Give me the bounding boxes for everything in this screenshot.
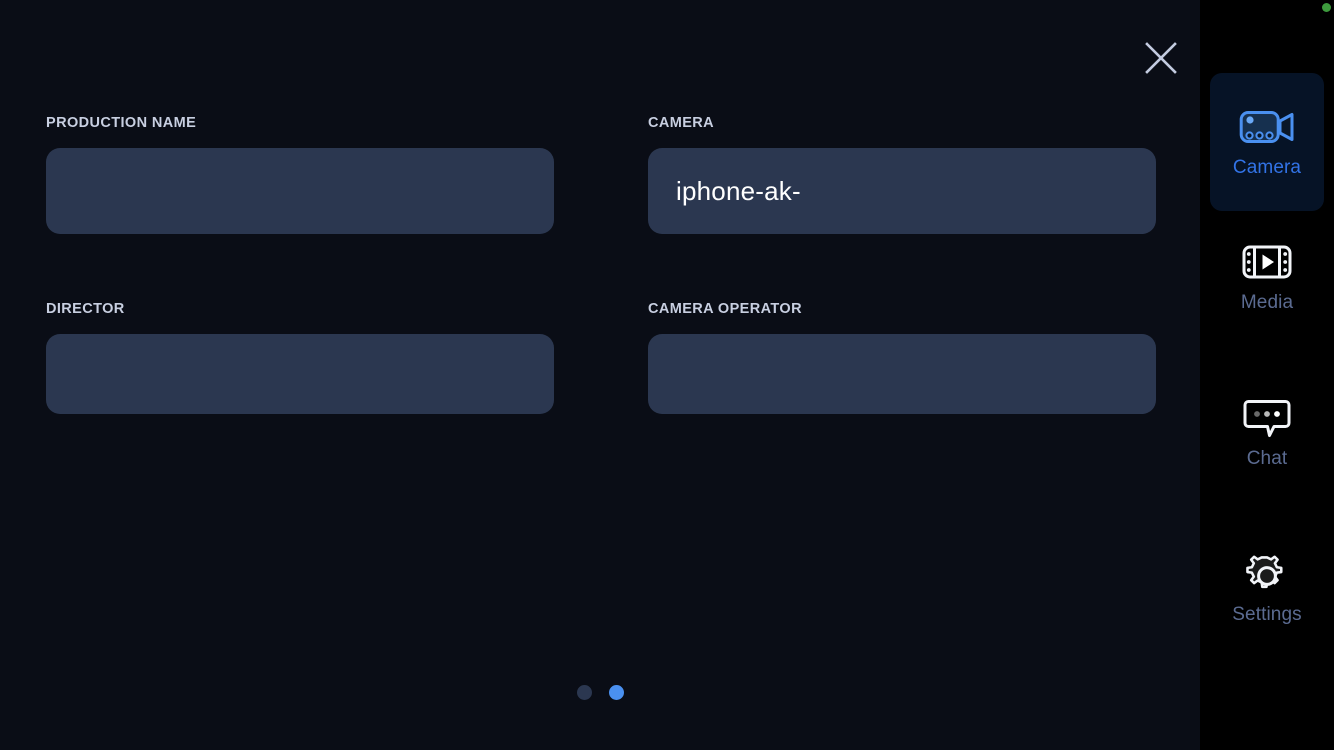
label-production-name: PRODUCTION NAME: [46, 115, 197, 131]
app-window: PRODUCTION NAME CAMERA DIRECTOR CAMERA O…: [0, 0, 1334, 750]
settings-panel: PRODUCTION NAME CAMERA DIRECTOR CAMERA O…: [0, 0, 1200, 750]
gear-icon: [1245, 553, 1289, 595]
input-camera-operator[interactable]: [648, 334, 1156, 414]
sidebar-item-label-chat: Chat: [1246, 447, 1288, 469]
pagination-dot-1[interactable]: [576, 685, 592, 700]
sidebar-item-media[interactable]: Media: [1210, 229, 1324, 325]
sidebar: Camera Media Chat Settings: [1200, 0, 1334, 750]
pagination: [0, 685, 1200, 700]
field-camera-operator: CAMERA OPERATOR: [648, 300, 1156, 414]
sidebar-item-label-settings: Settings: [1232, 603, 1302, 625]
input-director[interactable]: [46, 334, 554, 414]
input-production-name[interactable]: [46, 148, 554, 234]
status-dot-icon: [1322, 3, 1331, 12]
label-camera-operator: CAMERA OPERATOR: [648, 301, 802, 317]
close-icon: [1145, 42, 1177, 74]
input-camera[interactable]: [648, 148, 1156, 234]
sidebar-item-chat[interactable]: Chat: [1210, 385, 1324, 481]
video-camera-icon: [1239, 106, 1295, 148]
field-director: DIRECTOR: [46, 300, 554, 414]
close-button[interactable]: [1140, 37, 1182, 79]
speech-bubble-dots-icon: [1243, 397, 1291, 439]
film-strip-play-icon: [1242, 241, 1292, 283]
sidebar-item-settings[interactable]: Settings: [1210, 541, 1324, 637]
field-camera: CAMERA: [648, 114, 1156, 234]
label-camera: CAMERA: [648, 115, 715, 131]
field-production-name: PRODUCTION NAME: [46, 114, 554, 234]
sidebar-item-label-media: Media: [1240, 291, 1294, 313]
label-director: DIRECTOR: [46, 301, 125, 317]
sidebar-nav: Camera Media Chat Settings: [1200, 73, 1334, 637]
sidebar-item-label-camera: Camera: [1232, 156, 1302, 178]
sidebar-item-camera[interactable]: Camera: [1210, 73, 1324, 211]
pagination-dot-2[interactable]: [608, 685, 624, 700]
production-form: PRODUCTION NAME CAMERA DIRECTOR CAMERA O…: [46, 114, 1156, 414]
